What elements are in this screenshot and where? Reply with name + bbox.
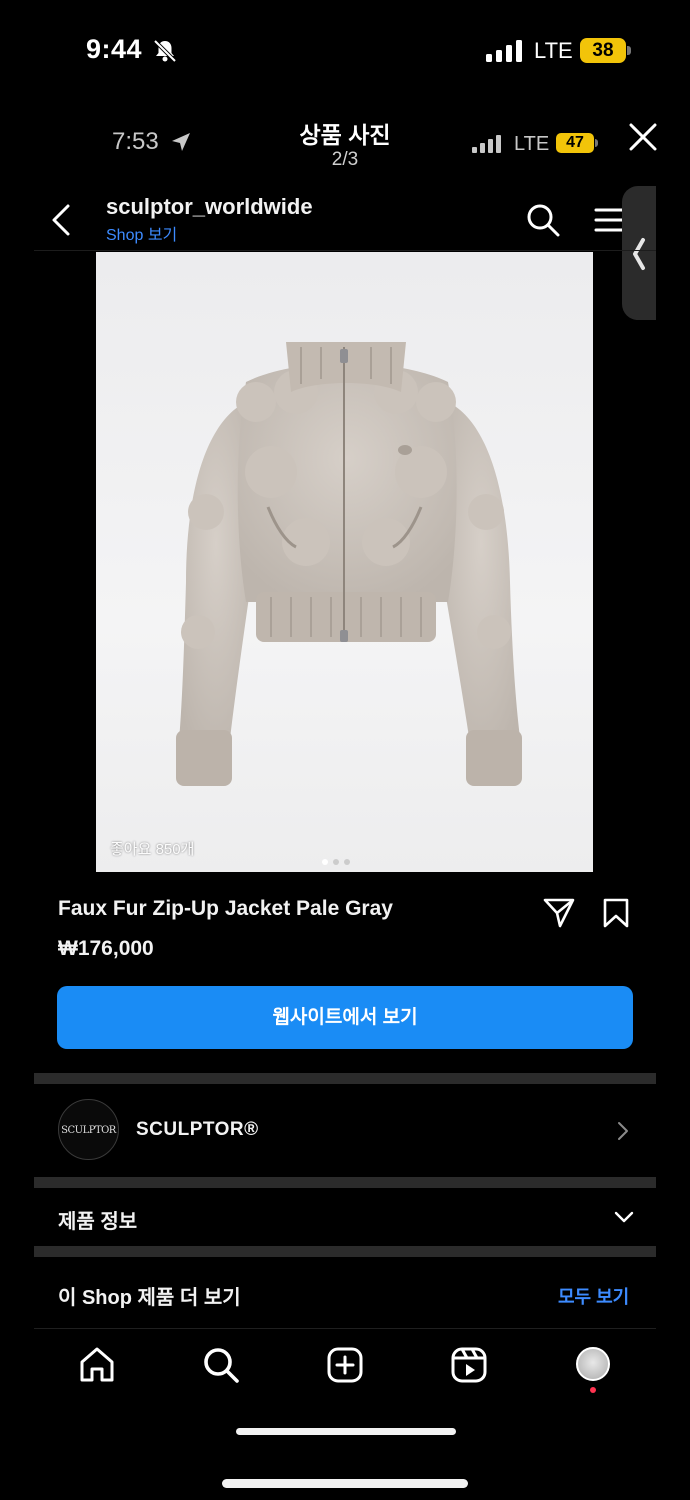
reels-icon[interactable] — [449, 1345, 489, 1385]
home-icon[interactable] — [77, 1345, 117, 1385]
image-pagination-dots — [322, 852, 355, 870]
back-arrow-icon[interactable] — [48, 203, 74, 237]
account-name[interactable]: sculptor_worldwide — [106, 194, 313, 220]
battery-cap — [627, 46, 631, 55]
product-info-toggle[interactable]: 제품 정보 — [58, 1205, 137, 1234]
inner-status-time: 7:53 — [112, 128, 159, 155]
bookmark-icon[interactable] — [602, 898, 630, 928]
chevron-right-icon[interactable] — [616, 1120, 630, 1142]
product-name: Faux Fur Zip-Up Jacket Pale Gray — [58, 897, 393, 920]
battery-indicator: 38 — [580, 38, 626, 63]
home-indicator-inner — [236, 1428, 456, 1435]
product-photo[interactable] — [96, 252, 593, 872]
view-on-website-button[interactable]: 웹사이트에서 보기 — [57, 986, 633, 1049]
profile-avatar[interactable] — [576, 1347, 610, 1381]
network-label: LTE — [534, 38, 573, 63]
pagination-dot — [333, 859, 339, 865]
bell-slash-icon — [153, 39, 177, 63]
section-divider — [34, 1177, 656, 1188]
menu-icon[interactable] — [594, 206, 624, 234]
chevron-down-icon[interactable] — [612, 1208, 636, 1226]
header-divider — [34, 250, 656, 251]
viewer-title: 상품 사진 — [299, 122, 391, 148]
see-all-link[interactable]: 모두 보기 — [558, 1283, 629, 1309]
signal-bars-icon — [486, 40, 522, 62]
search-icon[interactable] — [526, 203, 560, 237]
location-arrow-icon — [172, 133, 190, 151]
section-divider — [34, 1246, 656, 1257]
likes-count: 좋아요 850개 — [110, 841, 195, 858]
share-icon[interactable] — [542, 895, 576, 929]
status-time: 9:44 — [86, 34, 143, 64]
signal-bars-icon — [472, 135, 501, 153]
brand-logo[interactable]: SCULPTOR — [58, 1099, 119, 1160]
notification-dot — [590, 1387, 596, 1393]
brand-name[interactable]: SCULPTOR® — [136, 1119, 259, 1141]
home-indicator[interactable] — [222, 1479, 468, 1488]
page-counter: 2/3 — [331, 149, 359, 170]
product-price: ₩176,000 — [58, 937, 154, 960]
inner-battery-cap — [595, 139, 598, 147]
pagination-dot — [322, 859, 328, 865]
section-divider — [34, 1073, 656, 1084]
search-icon[interactable] — [201, 1345, 241, 1385]
chevron-left-icon — [633, 238, 645, 270]
more-from-shop-heading: 이 Shop 제품 더 보기 — [58, 1287, 241, 1309]
inner-battery-indicator: 47 — [556, 133, 594, 153]
pagination-dot — [344, 859, 350, 865]
close-icon[interactable] — [626, 120, 660, 154]
inner-network-label: LTE — [514, 133, 550, 155]
side-panel-handle[interactable] — [622, 186, 656, 320]
shop-link[interactable]: Shop 보기 — [106, 221, 177, 245]
jacket-illustration — [176, 342, 522, 786]
tabbar-divider — [34, 1328, 656, 1329]
create-icon[interactable] — [325, 1345, 365, 1385]
